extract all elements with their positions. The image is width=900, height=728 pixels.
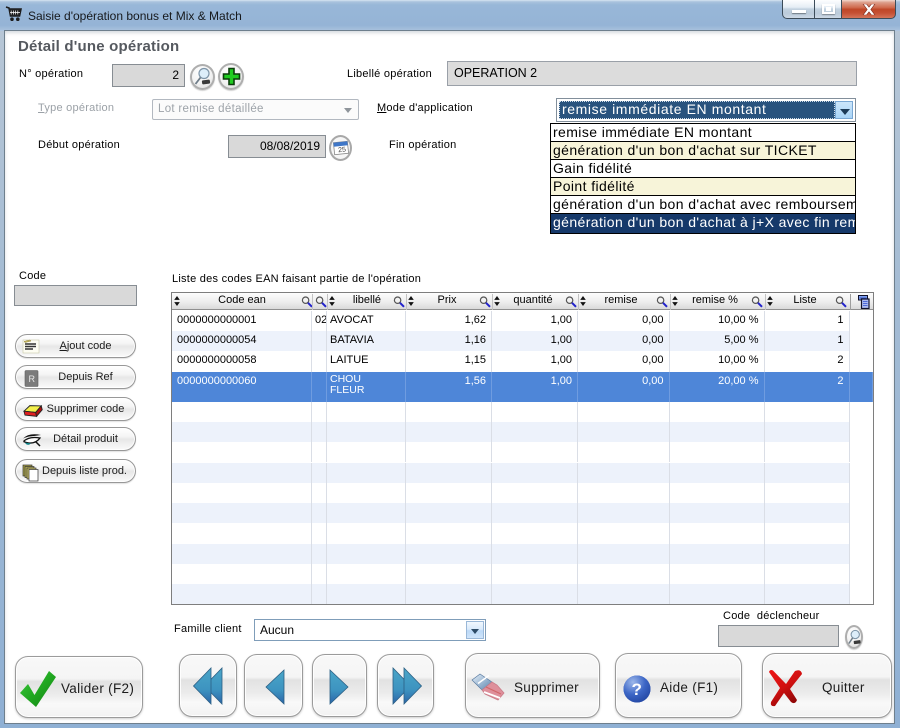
svg-text:?: ? [632,680,642,699]
svg-text:25: 25 [338,146,347,154]
svg-text:R: R [29,374,36,384]
